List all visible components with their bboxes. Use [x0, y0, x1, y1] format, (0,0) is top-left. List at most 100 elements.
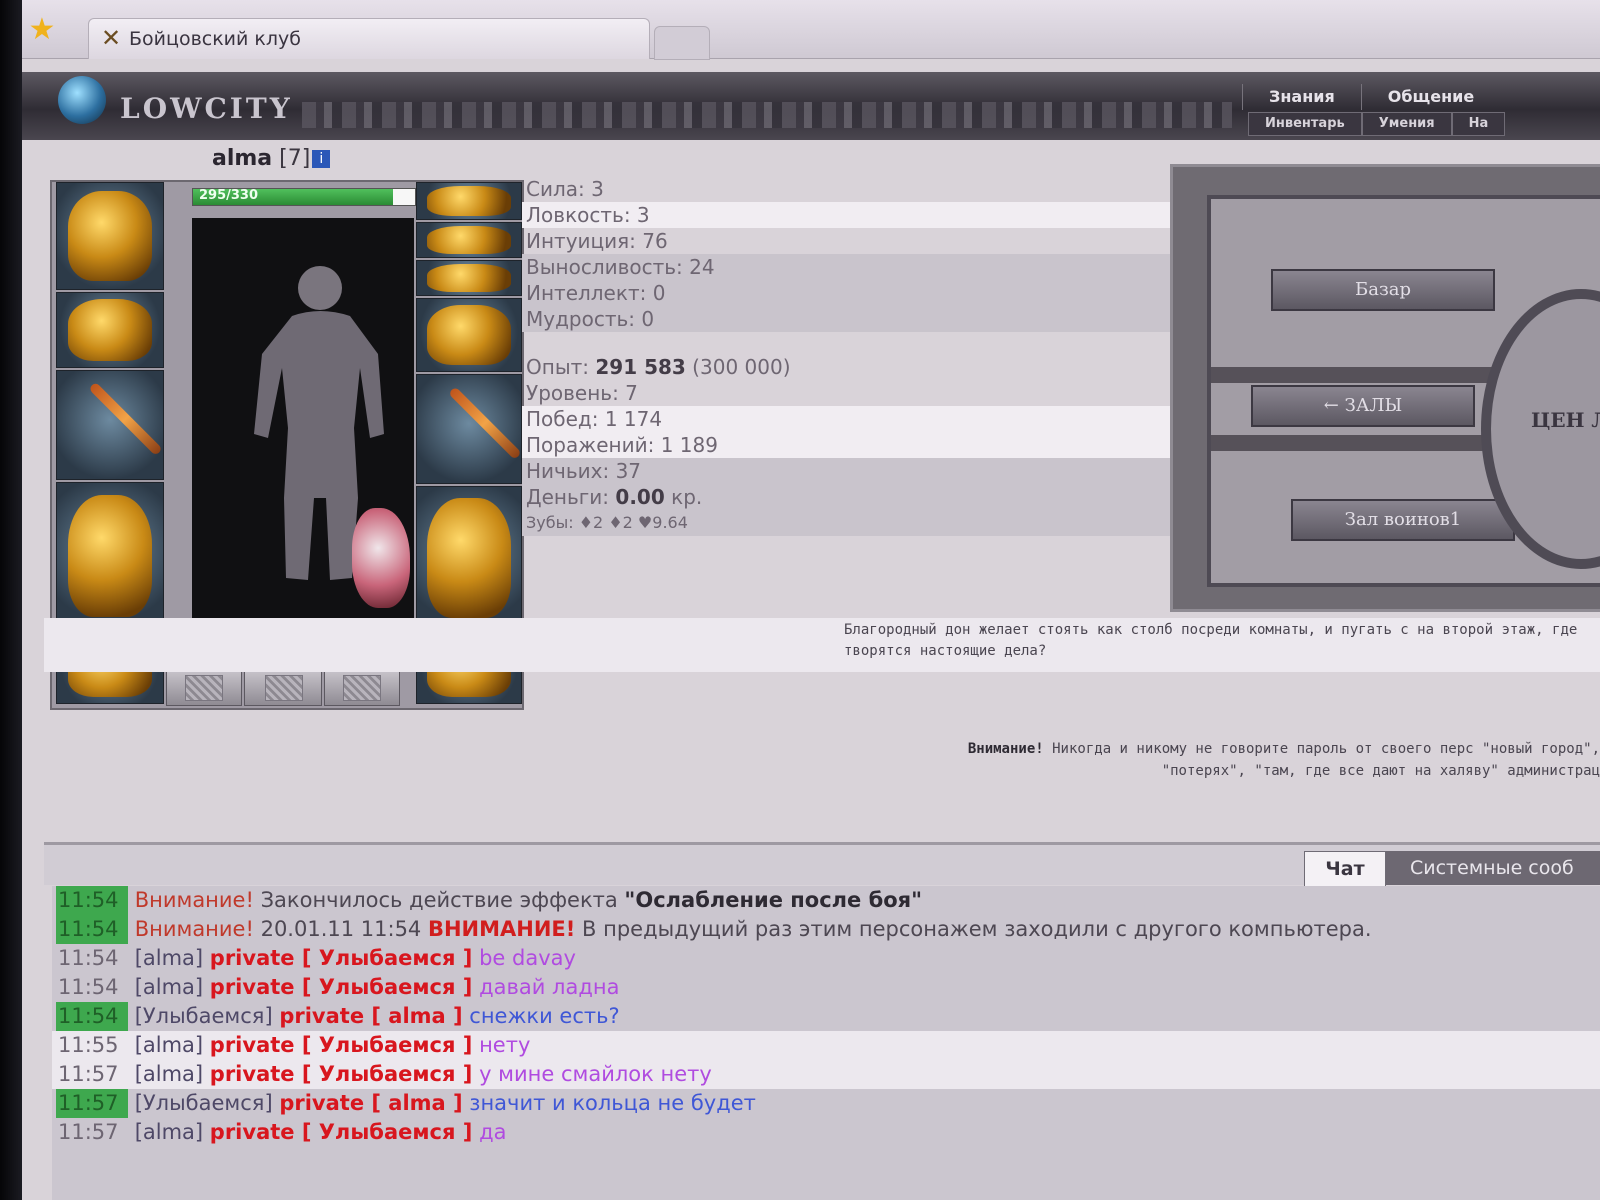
stat-experience: Опыт: 291 583 (300 000): [522, 354, 1192, 380]
empty-slot-icon: [343, 675, 381, 701]
bracers-slot[interactable]: [56, 292, 164, 368]
chat-time[interactable]: 11:54: [56, 944, 128, 973]
amulet-slot[interactable]: [416, 222, 522, 258]
chat-time[interactable]: 11:57: [56, 1089, 128, 1118]
stat-draws: Ничьих: 37: [522, 458, 1192, 484]
nav-skills[interactable]: Умения: [1361, 112, 1452, 136]
stat-intellect: Интеллект: 0: [522, 280, 1192, 306]
chat-nick[interactable]: [alma]: [135, 1062, 203, 1086]
player-name: alma [7] i: [212, 146, 331, 171]
nav-communication[interactable]: Общение: [1360, 84, 1500, 110]
chat-line: 11:54 Внимание! Закончилось действие эфф…: [52, 886, 1600, 915]
right-weapon-slot[interactable]: [416, 374, 522, 484]
exp-value: 291 583: [595, 355, 686, 379]
gloves-slot[interactable]: [416, 298, 522, 372]
stat-strength: Сила: 3: [526, 177, 604, 201]
left-weapon-slot[interactable]: [56, 370, 164, 480]
chat-time[interactable]: 11:55: [56, 1031, 128, 1060]
tab-title: Бойцовский клуб: [129, 28, 302, 50]
chat-time[interactable]: 11:54: [56, 886, 128, 915]
stat-teeth: Зубы: ♦2 ♦2 ♥9.64: [522, 510, 1192, 536]
private-tag[interactable]: private [ Улыбаемся ]: [210, 1062, 473, 1086]
stats-panel: Сила: 3 Ловкость: 3 Интуиция: 76 Выносли…: [522, 176, 1192, 536]
password-warning: Внимание! Никогда и никому не говорите п…: [892, 738, 1600, 782]
stat-intuition: Интуиция: 76: [526, 229, 668, 253]
stat-losses: Поражений: 1 189: [522, 432, 1192, 458]
nav-knowledge[interactable]: Знания: [1242, 84, 1361, 110]
stat-agility: Ловкость: 3: [522, 202, 1192, 228]
chat-line: 11:54 [alma] private [ Улыбаемся ] давай…: [52, 973, 1600, 1002]
money-value: 0.00: [615, 485, 665, 509]
player-nick[interactable]: alma: [212, 146, 272, 171]
chat-log: 11:54 Внимание! Закончилось действие эфф…: [52, 886, 1600, 1200]
private-tag[interactable]: private [ Улыбаемся ]: [210, 975, 473, 999]
money-label: Деньги:: [526, 485, 616, 509]
exp-next: (300 000): [685, 355, 791, 379]
tab-chat[interactable]: Чат: [1304, 851, 1386, 886]
legs-slot[interactable]: [416, 486, 522, 630]
nav-more[interactable]: На: [1451, 112, 1506, 136]
chat-time[interactable]: 11:54: [56, 973, 128, 1002]
chat-line: 11:57 [alma] private [ Улыбаемся ] да: [52, 1118, 1600, 1147]
chat-time[interactable]: 11:57: [56, 1118, 128, 1147]
crossed-swords-icon: ✕: [101, 24, 122, 52]
star-icon[interactable]: ★: [26, 14, 58, 46]
city-map: Базар ← ЗАЛЫ Зал воинов1 ЦЕН ЛЬ: [1170, 164, 1600, 612]
ring-slot-3[interactable]: [324, 670, 400, 706]
chat-line: 11:54 Внимание! 20.01.11 11:54 ВНИМАНИЕ!…: [52, 915, 1600, 944]
chat-system-text: В предыдущий раз этим персонажем заходил…: [575, 917, 1372, 941]
chat-nick[interactable]: [alma]: [135, 946, 203, 970]
earring-slot[interactable]: [416, 182, 522, 220]
private-tag[interactable]: private [ alma ]: [279, 1004, 462, 1028]
stat-endurance: Выносливость: 24: [522, 254, 1192, 280]
hp-text: 295/330: [199, 188, 259, 203]
private-tag[interactable]: private [ Улыбаемся ]: [210, 946, 473, 970]
main-nav: Знания Общение: [1242, 84, 1500, 110]
pet-image[interactable]: [352, 508, 410, 608]
chat-line: 11:57 [Улыбаемся] private [ alma ] значи…: [52, 1089, 1600, 1118]
warriors-hall-button[interactable]: Зал воинов1: [1291, 499, 1515, 541]
chat-message: давай ладна: [472, 975, 620, 999]
stat-wins: Побед: 1 174: [522, 406, 1192, 432]
bazaar-button[interactable]: Базар: [1271, 269, 1495, 311]
chat-nick[interactable]: [alma]: [135, 975, 203, 999]
empty-slot-icon: [185, 675, 223, 701]
private-tag[interactable]: private [ Улыбаемся ]: [210, 1120, 473, 1144]
empty-slot-icon: [265, 675, 303, 701]
ring-slot-2[interactable]: [244, 670, 322, 706]
armor-slot[interactable]: [56, 482, 164, 630]
orb-icon: [58, 76, 106, 124]
chat-time[interactable]: 11:54: [56, 1002, 128, 1031]
helmet-slot[interactable]: [56, 182, 164, 290]
nav-inventory[interactable]: Инвентарь: [1248, 112, 1362, 136]
chat-time[interactable]: 11:54: [56, 915, 128, 944]
chat-nick[interactable]: [Улыбаемся]: [135, 1004, 273, 1028]
game-header: LOWCITY Знания Общение Инвентарь Умения …: [22, 72, 1600, 140]
map-center-label: ЦЕН ЛЬ: [1531, 408, 1600, 432]
exp-label: Опыт:: [526, 355, 596, 379]
chat-nick[interactable]: [alma]: [135, 1120, 203, 1144]
quote-text: Благородный дон желает стоять как столб …: [844, 622, 1578, 659]
chat-nick[interactable]: [alma]: [135, 1033, 203, 1057]
screen: ★ ✕ Бойцовский клуб LOWCITY Знания Общен…: [22, 0, 1600, 1200]
player-level: [7]: [279, 146, 311, 171]
ring-slot-1[interactable]: [166, 670, 242, 706]
warning-label: Внимание!: [967, 741, 1044, 757]
new-tab-button[interactable]: [654, 26, 710, 60]
stat-level: Уровень: 7: [526, 381, 638, 405]
chat-line: 11:54 [alma] private [ Улыбаемся ] be da…: [52, 944, 1600, 973]
header-ornament: [302, 102, 1232, 128]
chat-time[interactable]: 11:57: [56, 1060, 128, 1089]
private-tag[interactable]: private [ alma ]: [279, 1091, 462, 1115]
chat-line: 11:54 [Улыбаемся] private [ alma ] снежк…: [52, 1002, 1600, 1031]
private-tag[interactable]: private [ Улыбаемся ]: [210, 1033, 473, 1057]
tab-system-messages[interactable]: Системные сооб: [1386, 851, 1600, 885]
chat-system-text: Закончилось действие эффекта: [253, 888, 625, 912]
chat-nick[interactable]: [Улыбаемся]: [135, 1091, 273, 1115]
halls-button[interactable]: ← ЗАЛЫ: [1251, 385, 1475, 427]
rings-slot[interactable]: [416, 260, 522, 296]
info-icon[interactable]: i: [312, 150, 331, 168]
effect-name: "Ослабление после боя": [624, 888, 923, 912]
browser-tab[interactable]: ✕ Бойцовский клуб: [88, 18, 650, 59]
chat-line: 11:55 [alma] private [ Улыбаемся ] нету: [52, 1031, 1600, 1060]
